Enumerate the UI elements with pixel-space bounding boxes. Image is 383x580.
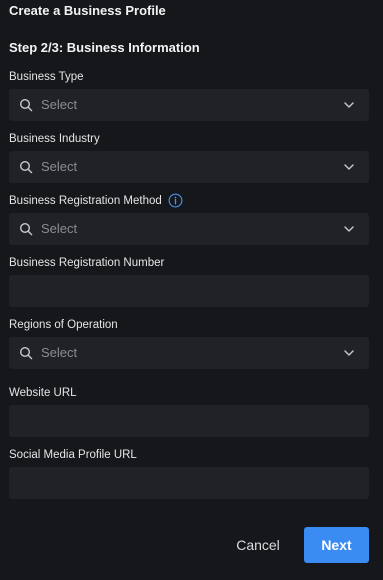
search-icon [19,98,33,112]
registration-method-label: Business Registration Method [9,193,183,208]
registration-number-field[interactable] [9,275,369,307]
search-icon [19,346,33,360]
business-type-select[interactable]: Select [9,89,369,121]
chevron-down-icon [344,350,354,356]
regions-label: Regions of Operation [9,318,118,332]
registration-number-input[interactable] [9,275,369,307]
registration-method-label-text: Business Registration Method [9,194,162,207]
regions-select[interactable]: Select [9,337,369,369]
website-url-field[interactable] [9,405,369,437]
chevron-down-icon [344,102,354,108]
regions-label-text: Regions of Operation [9,319,118,331]
business-profile-form: Create a Business Profile Step 2/3: Busi… [0,0,383,580]
chevron-down-icon [344,164,354,170]
page-title: Create a Business Profile [9,3,166,18]
chevron-down-icon [344,226,354,232]
website-url-label: Website URL [9,386,77,400]
business-industry-select[interactable]: Select [9,151,369,183]
registration-method-select[interactable]: Select [9,213,369,245]
business-industry-label-text: Business Industry [9,133,100,145]
social-url-input[interactable] [9,467,369,499]
business-type-label: Business Type [9,70,84,84]
next-button[interactable]: Next [304,527,369,563]
info-icon[interactable] [168,193,183,208]
social-url-label-text: Social Media Profile URL [9,449,137,461]
registration-number-label-text: Business Registration Number [9,257,165,269]
website-url-input[interactable] [9,405,369,437]
social-url-field[interactable] [9,467,369,499]
cancel-button[interactable]: Cancel [227,528,289,562]
search-icon [19,160,33,174]
business-industry-label: Business Industry [9,132,100,146]
regions-placeholder: Select [41,345,78,360]
business-type-label-text: Business Type [9,71,84,83]
registration-number-label: Business Registration Number [9,256,164,270]
business-industry-placeholder: Select [41,159,78,174]
social-url-label: Social Media Profile URL [9,448,137,462]
registration-method-placeholder: Select [41,221,78,236]
search-icon [19,222,33,236]
step-indicator: Step 2/3: Business Information [9,40,200,55]
business-type-placeholder: Select [41,97,78,112]
website-url-label-text: Website URL [9,387,77,399]
